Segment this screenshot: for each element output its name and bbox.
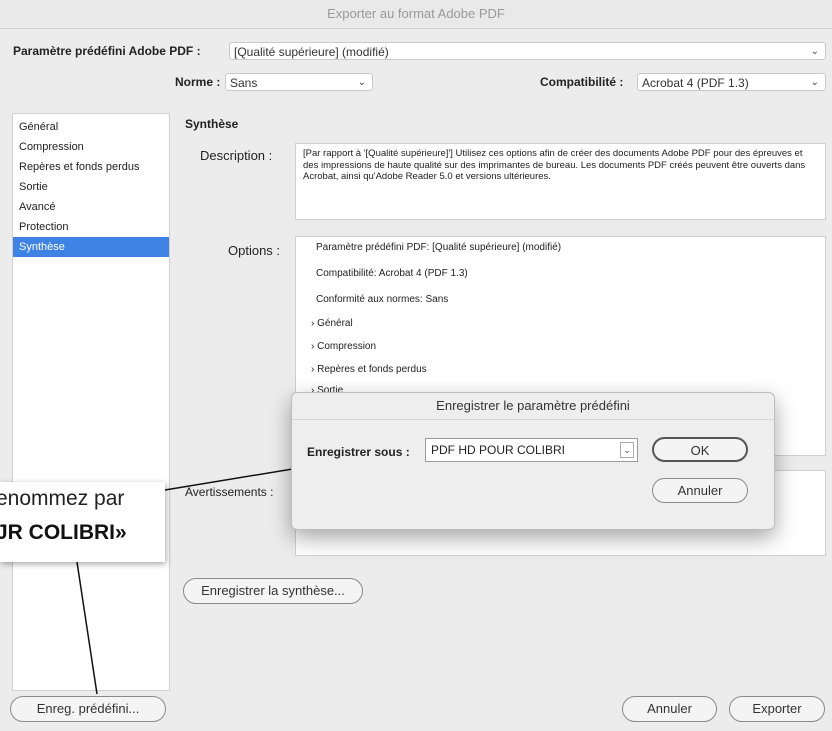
callout-line-2: JR COLIBRI» [0, 521, 127, 544]
callout-line-1: enommez par [0, 487, 125, 510]
preset-name-value: PDF HD POUR COLIBRI [431, 443, 566, 457]
dialog-title: Enregistrer le paramètre prédéfini [292, 393, 774, 420]
ok-button[interactable]: OK [652, 437, 748, 462]
dialog-cancel-button[interactable]: Annuler [652, 478, 748, 503]
callout-lines [76, 446, 427, 695]
preset-name-combo[interactable]: PDF HD POUR COLIBRI ⌄ [425, 438, 638, 462]
save-preset-dialog: Enregistrer le paramètre prédéfini Enreg… [291, 392, 775, 530]
save-as-label: Enregistrer sous : [307, 445, 410, 459]
annotation-callout: enommez par JR COLIBRI» [0, 482, 165, 562]
chevron-down-icon[interactable]: ⌄ [620, 442, 634, 458]
